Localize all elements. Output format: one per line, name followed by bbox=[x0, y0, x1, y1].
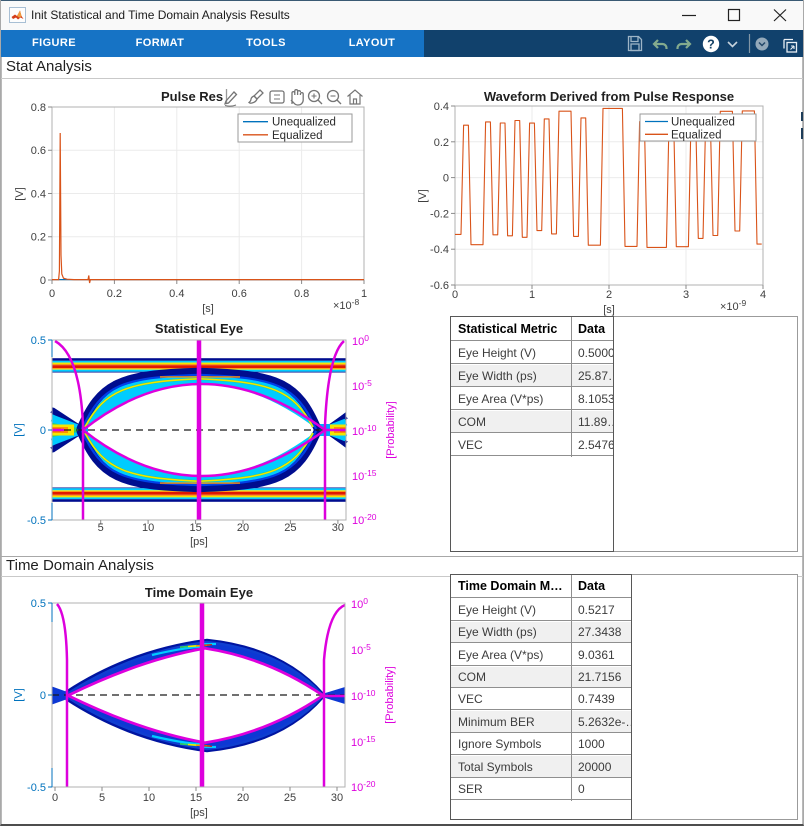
svg-text:0: 0 bbox=[40, 690, 46, 702]
svg-text:Pulse Res: Pulse Res bbox=[161, 89, 223, 104]
svg-text:25: 25 bbox=[284, 522, 296, 534]
svg-text:100: 100 bbox=[352, 333, 369, 348]
svg-text:1: 1 bbox=[361, 288, 367, 300]
svg-text:10-15: 10-15 bbox=[351, 734, 376, 749]
svg-text:3: 3 bbox=[683, 289, 689, 301]
svg-text:30: 30 bbox=[332, 522, 344, 534]
svg-text:Waveform Derived from Pulse Re: Waveform Derived from Pulse Response bbox=[484, 89, 734, 104]
svg-text:2: 2 bbox=[606, 289, 612, 301]
svg-text:10-20: 10-20 bbox=[352, 512, 377, 527]
svg-text:0.8: 0.8 bbox=[294, 288, 309, 300]
svg-text:0.6: 0.6 bbox=[232, 288, 247, 300]
svg-text:Unequalized: Unequalized bbox=[671, 117, 735, 129]
svg-text:Statistical Eye: Statistical Eye bbox=[155, 321, 243, 336]
svg-text:0: 0 bbox=[40, 425, 46, 437]
svg-text:0.2: 0.2 bbox=[107, 288, 122, 300]
svg-text:0.6: 0.6 bbox=[31, 145, 46, 157]
svg-text:×10-9: ×10-9 bbox=[720, 298, 747, 313]
svg-text:0.4: 0.4 bbox=[434, 101, 449, 113]
svg-text:0.4: 0.4 bbox=[169, 288, 184, 300]
svg-text:[s]: [s] bbox=[603, 304, 615, 316]
svg-text:20: 20 bbox=[237, 522, 249, 534]
svg-text:[V]: [V] bbox=[13, 423, 25, 436]
svg-text:0: 0 bbox=[40, 275, 46, 287]
svg-text:0.4: 0.4 bbox=[31, 189, 46, 201]
svg-text:20: 20 bbox=[237, 792, 249, 804]
svg-text:10-10: 10-10 bbox=[352, 423, 377, 438]
svg-text:30: 30 bbox=[331, 792, 343, 804]
svg-text:0.2: 0.2 bbox=[31, 232, 46, 244]
svg-text:10-20: 10-20 bbox=[351, 779, 376, 794]
svg-text:10-5: 10-5 bbox=[351, 642, 371, 657]
svg-text:0: 0 bbox=[52, 792, 58, 804]
svg-text:[s]: [s] bbox=[202, 303, 214, 315]
svg-text:Time Domain Eye: Time Domain Eye bbox=[145, 585, 253, 600]
svg-text:Equalized: Equalized bbox=[671, 129, 722, 141]
svg-text:5: 5 bbox=[99, 792, 105, 804]
svg-text:Equalized: Equalized bbox=[272, 130, 323, 142]
svg-text:4: 4 bbox=[760, 289, 766, 301]
svg-text:×10-8: ×10-8 bbox=[333, 297, 360, 312]
svg-text:1: 1 bbox=[529, 289, 535, 301]
svg-text:100: 100 bbox=[351, 596, 368, 611]
svg-text:15: 15 bbox=[189, 522, 201, 534]
svg-text:-0.5: -0.5 bbox=[27, 515, 46, 527]
svg-text:[V]: [V] bbox=[13, 688, 25, 701]
svg-text:Unequalized: Unequalized bbox=[272, 117, 336, 129]
svg-text:0.8: 0.8 bbox=[31, 102, 46, 114]
svg-text:-0.5: -0.5 bbox=[27, 782, 46, 794]
svg-text:0: 0 bbox=[443, 173, 449, 185]
svg-text:10-15: 10-15 bbox=[352, 468, 377, 483]
svg-text:10-10: 10-10 bbox=[351, 688, 376, 703]
svg-text:0.5: 0.5 bbox=[31, 598, 46, 610]
svg-text:-0.4: -0.4 bbox=[430, 244, 449, 256]
svg-text:0.5: 0.5 bbox=[31, 335, 46, 347]
svg-text:-0.2: -0.2 bbox=[430, 208, 449, 220]
svg-text:[Probability]: [Probability] bbox=[385, 401, 397, 458]
svg-text:0: 0 bbox=[452, 289, 458, 301]
svg-text:[Probability]: [Probability] bbox=[384, 666, 396, 723]
svg-text:10: 10 bbox=[142, 522, 154, 534]
svg-text:[V]: [V] bbox=[14, 187, 26, 200]
svg-text:[ps]: [ps] bbox=[190, 536, 208, 548]
svg-text:15: 15 bbox=[190, 792, 202, 804]
svg-text:[ps]: [ps] bbox=[190, 807, 208, 819]
svg-text:25: 25 bbox=[284, 792, 296, 804]
svg-text:0.2: 0.2 bbox=[434, 137, 449, 149]
svg-text:0: 0 bbox=[49, 288, 55, 300]
svg-text:5: 5 bbox=[98, 522, 104, 534]
svg-text:10: 10 bbox=[143, 792, 155, 804]
svg-text:-0.6: -0.6 bbox=[430, 280, 449, 292]
svg-text:[V]: [V] bbox=[417, 189, 429, 202]
svg-text:10-5: 10-5 bbox=[352, 378, 372, 393]
